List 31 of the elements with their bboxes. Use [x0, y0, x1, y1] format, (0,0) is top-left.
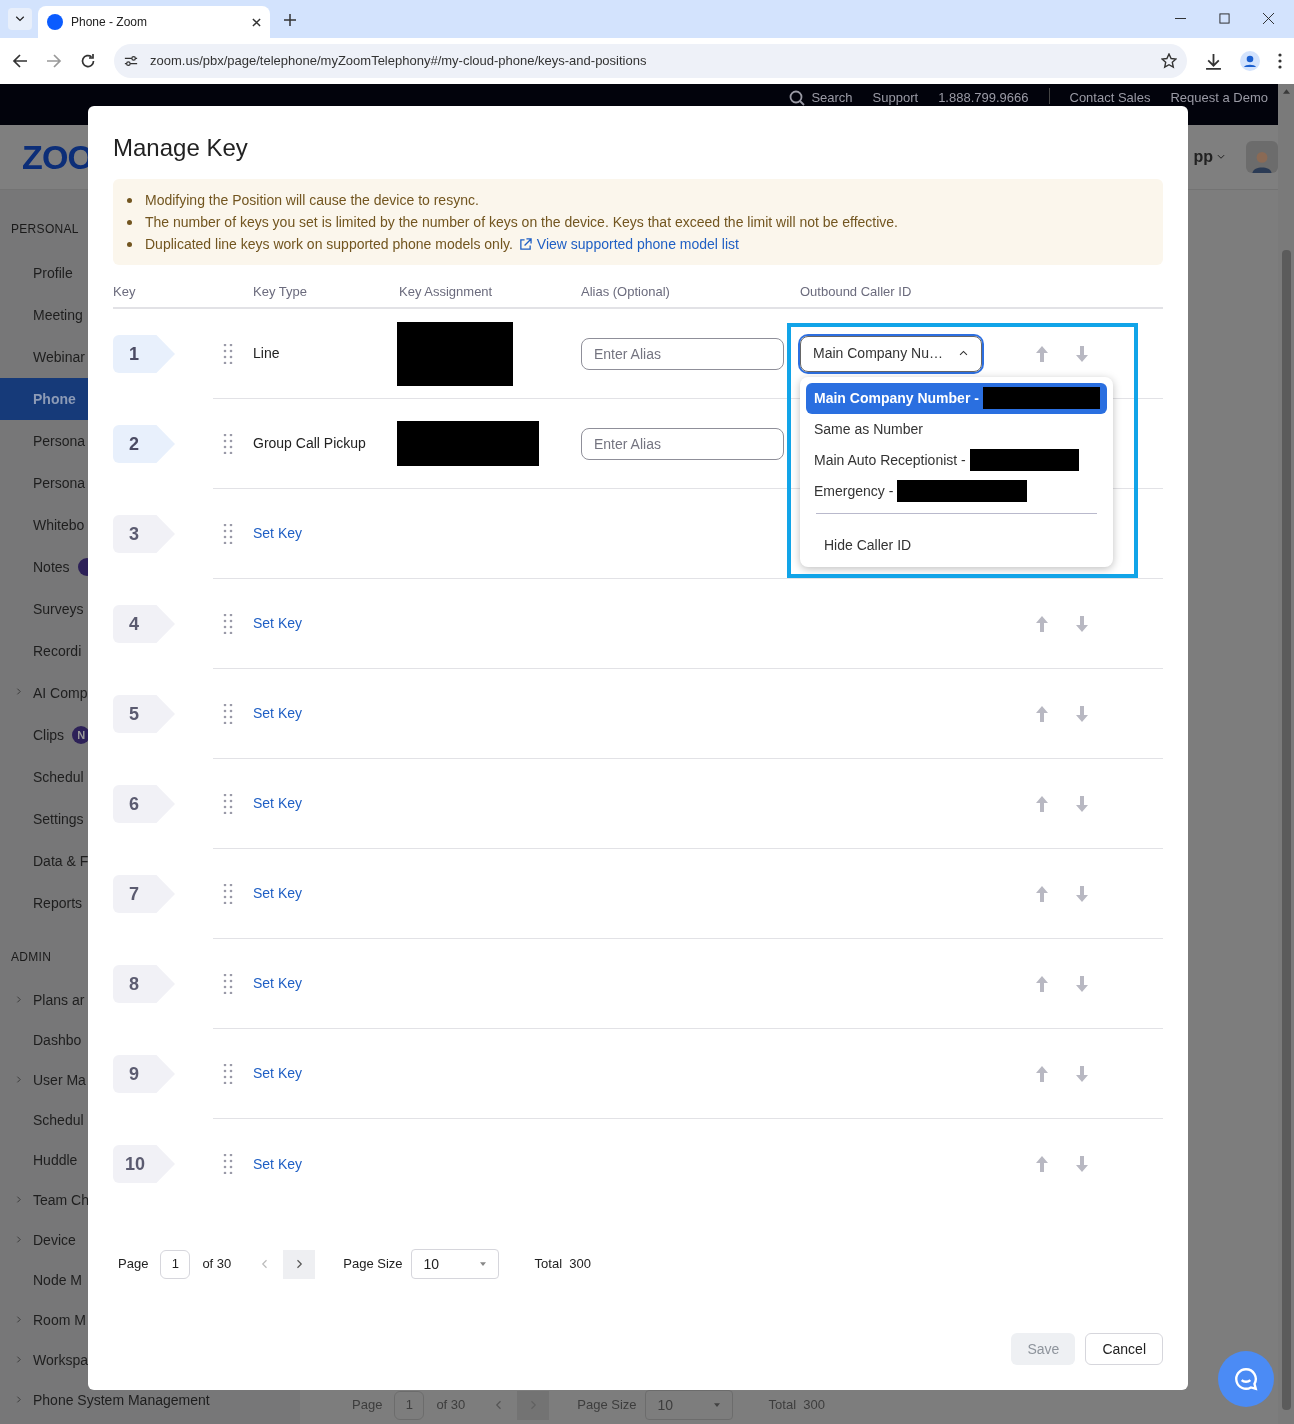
notice-text: Modifying the Position will cause the device to resync. [145, 190, 479, 210]
column-header: Outbound Caller ID [800, 283, 913, 301]
column-header: Key [113, 283, 137, 301]
key-number-tag: 8 [113, 965, 175, 1003]
column-header: Key Type [253, 283, 308, 301]
page-label: Page [118, 1255, 149, 1274]
sidebar-section-title: PERSONAL [11, 222, 79, 236]
page-label: Page [352, 1396, 383, 1415]
page-size-label: Page Size [343, 1255, 403, 1274]
key-number-tag: 4 [113, 605, 175, 643]
key-number-tag: 6 [113, 785, 175, 823]
total-count: Total 300 [768, 1396, 825, 1415]
column-header: Alias (Optional) [581, 283, 671, 301]
key-number-tag: 5 [113, 695, 175, 733]
key-number-tag: 7 [113, 875, 175, 913]
key-number-tag: 10 [113, 1145, 175, 1183]
dialog-title: Manage Key [113, 133, 249, 163]
key-type: Group Call Pickup [253, 434, 367, 453]
key-type: Line [253, 344, 281, 363]
notice-text: The number of keys you set is limited by the number of keys on the device. Keys that exceed the limit will not be effective. [145, 212, 898, 232]
sidebar-section-title: ADMIN [11, 950, 52, 964]
key-number-tag: 3 [113, 515, 175, 553]
key-number-tag: 1 [113, 335, 175, 373]
column-header: Key Assignment [399, 283, 494, 301]
key-number-tag: 9 [113, 1055, 175, 1093]
page-count: of 30 [436, 1396, 466, 1415]
total-count: Total 300 [534, 1255, 591, 1274]
key-number-tag: 2 [113, 425, 175, 463]
page-size-label: Page Size [577, 1396, 637, 1415]
page-count: of 30 [202, 1255, 232, 1274]
notice-text: Duplicated line keys work on supported phone models only. [145, 234, 513, 254]
